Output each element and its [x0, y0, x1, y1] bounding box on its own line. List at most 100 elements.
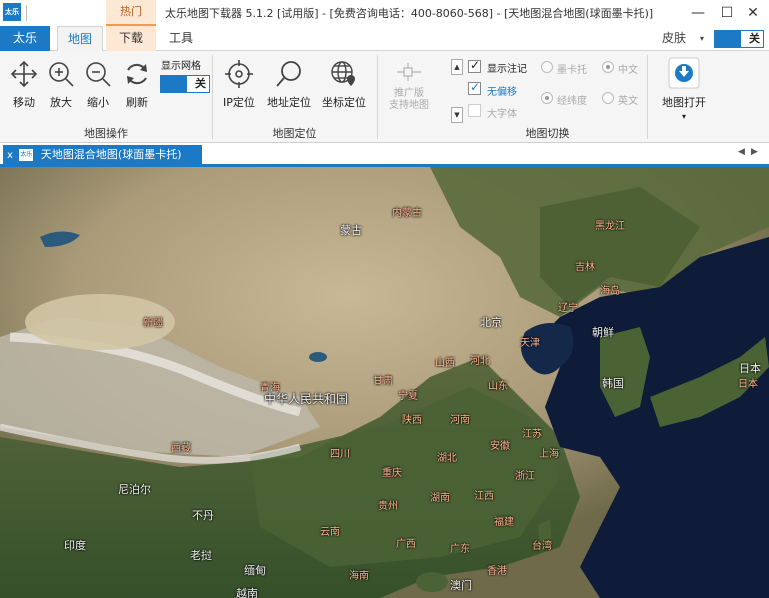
- toggle-knob: [161, 76, 187, 92]
- map-label: 贵州: [378, 501, 398, 512]
- spin-down-button[interactable]: ▼: [451, 107, 463, 123]
- window-title: 太乐地图下载器 5.1.2 [试用版] - [免费咨询电话：400-8060-5…: [165, 7, 654, 20]
- ip-locate-label: IP定位: [223, 96, 255, 109]
- promo-maps-button[interactable]: 推广版 支持地图: [383, 61, 435, 112]
- skin-toggle[interactable]: 关: [714, 30, 764, 48]
- map-label: 台湾: [532, 541, 552, 552]
- mercator-radio[interactable]: [541, 61, 553, 73]
- tab-download[interactable]: 下载: [106, 26, 156, 51]
- zoom-in-icon: [49, 62, 74, 87]
- divider: [647, 55, 648, 139]
- zoom-out-button[interactable]: 缩小: [82, 59, 114, 110]
- toggle-label: 关: [749, 32, 760, 45]
- big-font-checkbox[interactable]: [468, 104, 481, 117]
- map-label: 江西: [474, 491, 494, 502]
- chevron-down-icon[interactable]: ▾: [700, 26, 704, 51]
- map-label: 印度: [64, 539, 86, 552]
- map-canvas[interactable]: 内蒙古 蒙古 黑龙江 吉林 海岛 辽宁 朝鲜 韩国 日本 日本 北京 天津 河北…: [0, 167, 769, 598]
- map-label: 重庆: [382, 468, 402, 479]
- refresh-icon: [127, 63, 147, 85]
- map-label: 福建: [494, 517, 514, 528]
- map-label: 日本: [738, 379, 758, 390]
- maximize-button[interactable]: ☐: [716, 3, 738, 23]
- map-label: 黑龙江: [595, 221, 625, 232]
- map-label: 韩国: [602, 377, 624, 390]
- chinese-label: 中文: [618, 65, 638, 76]
- divider: [377, 55, 378, 139]
- map-label: 甘肃: [373, 376, 393, 387]
- map-label: 西藏: [171, 443, 191, 454]
- app-window: 太乐 热门 太乐地图下载器 5.1.2 [试用版] - [免费咨询电话：400-…: [0, 0, 769, 598]
- map-label: 中华人民共和国: [264, 392, 349, 406]
- close-icon[interactable]: x: [7, 150, 13, 161]
- toggle-knob: [715, 31, 741, 47]
- chinese-radio[interactable]: [602, 61, 614, 73]
- ribbon-panel: 移动 放大 缩小 刷新 显示网格 关 地图操作 IP定位 地址定位 坐标定位 地…: [0, 51, 769, 143]
- hot-tab[interactable]: 热门: [106, 0, 156, 26]
- group-title-locate: 地图定位: [272, 127, 317, 140]
- ip-locate-button[interactable]: IP定位: [220, 59, 258, 110]
- map-label: 澳门: [450, 579, 472, 592]
- refresh-button[interactable]: 刷新: [121, 59, 153, 110]
- map-label: 山东: [488, 381, 508, 392]
- document-tab[interactable]: x 太乐 天地图混合地图(球面墨卡托): [3, 145, 202, 165]
- divider: [26, 5, 27, 21]
- english-radio[interactable]: [602, 92, 614, 104]
- coord-locate-button[interactable]: 坐标定位: [320, 59, 368, 110]
- document-tab-bar: x 太乐 天地图混合地图(球面墨卡托) ◀ ▶: [0, 143, 769, 167]
- grid-toggle[interactable]: 关: [160, 75, 210, 93]
- next-tab-icon[interactable]: ▶: [751, 147, 758, 157]
- map-label: 天津: [520, 338, 540, 349]
- map-label: 蒙古: [340, 224, 362, 237]
- zoom-out-label: 缩小: [87, 96, 109, 109]
- map-label: 宁夏: [398, 391, 418, 402]
- map-label: 尼泊尔: [118, 483, 151, 496]
- show-label-checkbox[interactable]: [468, 58, 481, 73]
- map-open-label: 地图打开: [662, 96, 706, 109]
- crosshair-icon: [225, 60, 253, 88]
- refresh-label: 刷新: [126, 96, 148, 109]
- close-button[interactable]: ✕: [742, 3, 764, 23]
- show-label-text: 显示注记: [487, 64, 527, 75]
- skin-menu[interactable]: 皮肤: [662, 26, 686, 51]
- prev-tab-icon[interactable]: ◀: [738, 147, 745, 157]
- map-open-button[interactable]: 地图打开 ▾: [656, 57, 712, 121]
- zoom-in-button[interactable]: 放大: [45, 59, 77, 110]
- map-label: 河南: [450, 415, 470, 426]
- map-label: 浙江: [515, 471, 535, 482]
- document-tab-label: 天地图混合地图(球面墨卡托): [40, 148, 182, 161]
- map-label: 山西: [435, 358, 455, 369]
- zoom-out-icon: [86, 62, 111, 87]
- map-label: 安徽: [490, 441, 510, 452]
- tab-map[interactable]: 地图: [57, 26, 103, 52]
- map-label: 江苏: [522, 429, 542, 440]
- ribbon-tabs: 太乐 地图 下载 工具 皮肤 ▾ 关: [0, 26, 769, 52]
- promo-maps-label: 推广版 支持地图: [389, 88, 429, 111]
- map-label: 老挝: [190, 549, 212, 562]
- tab-tools[interactable]: 工具: [160, 26, 202, 51]
- app-logo: 太乐: [3, 3, 21, 21]
- group-title-map-ops: 地图操作: [84, 127, 128, 140]
- group-title-switch: 地图切换: [525, 127, 570, 140]
- minimize-button[interactable]: —: [687, 3, 709, 23]
- map-label: 越南: [236, 587, 258, 598]
- move-button[interactable]: 移动: [8, 59, 40, 110]
- toggle-label: 关: [195, 77, 206, 90]
- globe-pin-icon: [331, 61, 355, 86]
- address-locate-label: 地址定位: [267, 96, 311, 109]
- title-bar: 太乐 热门 太乐地图下载器 5.1.2 [试用版] - [免费咨询电话：400-…: [0, 0, 769, 26]
- chevron-down-icon: ▾: [681, 112, 686, 121]
- latlon-radio[interactable]: [541, 92, 553, 104]
- show-grid-label: 显示网格: [161, 61, 201, 72]
- map-label: 湖北: [437, 453, 457, 464]
- address-locate-button[interactable]: 地址定位: [266, 59, 312, 110]
- move-icon: [10, 60, 38, 88]
- map-label: 不丹: [192, 509, 214, 522]
- map-label: 河北: [470, 356, 490, 367]
- spin-up-button[interactable]: ▲: [451, 59, 463, 75]
- tab-brand[interactable]: 太乐: [0, 26, 50, 51]
- map-label: 海南: [349, 571, 369, 582]
- no-offset-text: 无偏移: [487, 87, 517, 98]
- no-offset-checkbox[interactable]: [468, 80, 481, 95]
- english-label: 英文: [618, 96, 638, 107]
